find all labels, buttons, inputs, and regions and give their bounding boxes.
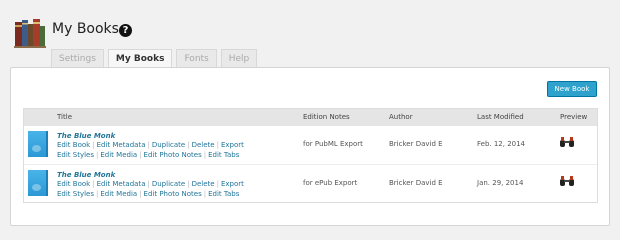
export-link[interactable]: Export — [221, 180, 244, 188]
page-title: My Books — [52, 21, 119, 37]
edit-metadata-link[interactable]: Edit Metadata — [97, 141, 146, 149]
tab-help[interactable]: Help — [220, 49, 258, 68]
book-title-link[interactable]: The Blue Monk — [57, 171, 115, 179]
edit-styles-link[interactable]: Edit Styles — [57, 190, 94, 198]
tab-bar: Settings My Books Fonts Help — [51, 49, 261, 69]
edit-media-link[interactable]: Edit Media — [100, 151, 137, 159]
tab-fonts[interactable]: Fonts — [176, 49, 217, 68]
books-table: Title Edition Notes Author Last Modified… — [23, 108, 598, 203]
binoculars-icon[interactable] — [559, 175, 575, 187]
help-icon[interactable]: ? — [119, 24, 132, 37]
row-actions-secondary: Edit Styles | Edit Media | Edit Photo Notes |… — [57, 151, 240, 159]
author-cell: Bricker David E — [389, 179, 443, 187]
column-preview: Preview — [560, 113, 588, 121]
book-cover-thumbnail[interactable] — [28, 170, 48, 196]
binoculars-icon[interactable] — [559, 136, 575, 148]
last-modified-cell: Feb. 12, 2014 — [477, 140, 526, 148]
export-link[interactable]: Export — [221, 141, 244, 149]
last-modified-cell: Jan. 29, 2014 — [477, 179, 524, 187]
duplicate-link[interactable]: Duplicate — [152, 141, 185, 149]
delete-link[interactable]: Delete — [192, 141, 215, 149]
edit-book-link[interactable]: Edit Book — [57, 180, 90, 188]
tab-settings[interactable]: Settings — [51, 49, 104, 68]
column-edition-notes: Edition Notes — [303, 113, 350, 121]
edit-photo-notes-link[interactable]: Edit Photo Notes — [144, 151, 202, 159]
tab-my-books[interactable]: My Books — [107, 49, 173, 69]
new-book-button[interactable]: New Book — [547, 81, 597, 97]
table-header: Title Edition Notes Author Last Modified… — [24, 109, 597, 126]
edit-metadata-link[interactable]: Edit Metadata — [97, 180, 146, 188]
edit-media-link[interactable]: Edit Media — [100, 190, 137, 198]
duplicate-link[interactable]: Duplicate — [152, 180, 185, 188]
column-last-modified: Last Modified — [477, 113, 524, 121]
edit-book-link[interactable]: Edit Book — [57, 141, 90, 149]
row-actions-primary: Edit Book | Edit Metadata | Duplicate | Delete… — [57, 141, 244, 149]
books-panel: New Book Title Edition Notes Author Last… — [10, 67, 610, 226]
column-author: Author — [389, 113, 413, 121]
book-title-link[interactable]: The Blue Monk — [57, 132, 115, 140]
edition-notes-cell: for ePub Export — [303, 179, 358, 187]
edition-notes-cell: for PubML Export — [303, 140, 363, 148]
edit-styles-link[interactable]: Edit Styles — [57, 151, 94, 159]
edit-tabs-link[interactable]: Edit Tabs — [208, 190, 239, 198]
author-cell: Bricker David E — [389, 140, 443, 148]
edit-photo-notes-link[interactable]: Edit Photo Notes — [144, 190, 202, 198]
books-icon — [14, 19, 46, 48]
edit-tabs-link[interactable]: Edit Tabs — [208, 151, 239, 159]
table-row: The Blue Monk Edit Book | Edit Metadata | Du… — [24, 164, 597, 202]
delete-link[interactable]: Delete — [192, 180, 215, 188]
table-row: The Blue Monk Edit Book | Edit Metadata | Du… — [24, 126, 597, 164]
row-actions-primary: Edit Book | Edit Metadata | Duplicate | Delete… — [57, 180, 244, 188]
book-cover-thumbnail[interactable] — [28, 131, 48, 157]
column-title: Title — [57, 113, 73, 121]
row-actions-secondary: Edit Styles | Edit Media | Edit Photo Notes |… — [57, 190, 240, 198]
